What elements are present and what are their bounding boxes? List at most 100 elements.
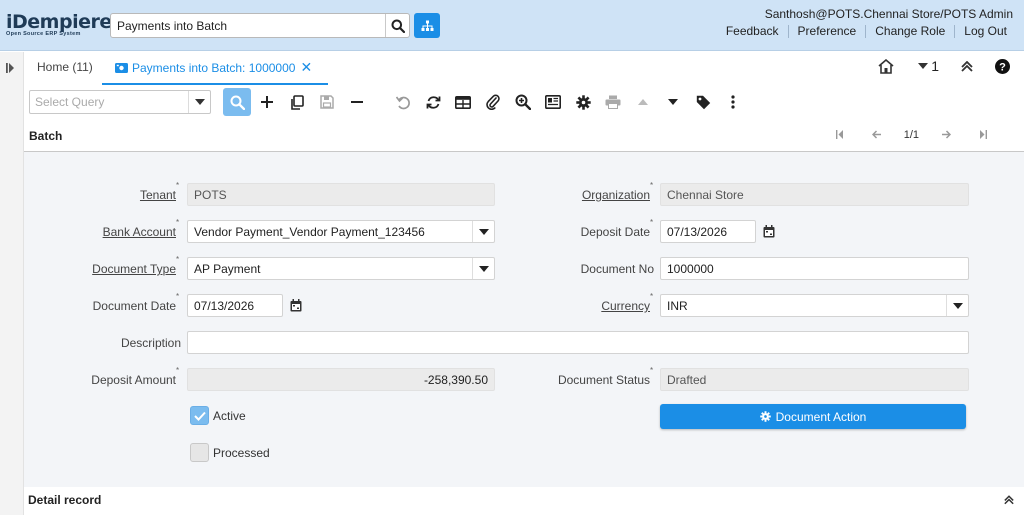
bank-account-value: Vendor Payment_Vendor Payment_123456 <box>194 224 425 239</box>
detail-collapse-button[interactable] <box>1004 494 1014 508</box>
deposit-date-calendar-button[interactable] <box>758 220 780 243</box>
caret-down-icon <box>668 99 678 105</box>
document-type-select[interactable]: AP Payment <box>187 257 495 280</box>
calendar-icon <box>763 225 775 238</box>
bank-account-dropdown-button[interactable] <box>472 221 494 242</box>
required-marker: * <box>650 218 654 227</box>
detail-record-button[interactable] <box>659 88 687 116</box>
parent-record-button[interactable] <box>629 88 657 116</box>
idempiere-logo[interactable]: iDempiere Open Source ERP System <box>6 12 112 37</box>
global-search <box>110 13 410 38</box>
tab-payments-into-batch[interactable]: Payments into Batch: 1000000 ✕ <box>102 52 328 85</box>
caret-down-icon <box>952 302 963 309</box>
currency-dropdown-button[interactable] <box>946 295 968 316</box>
organization-label: Organization <box>581 188 650 202</box>
tab-label: Payments into Batch: 1000000 <box>132 60 296 75</box>
calendar-icon <box>290 299 302 312</box>
deposit-amount-field[interactable]: -258,390.50 <box>187 368 495 391</box>
refresh-button[interactable] <box>419 88 447 116</box>
global-search-button[interactable] <box>385 14 409 37</box>
currency-select[interactable]: INR <box>660 294 969 317</box>
processed-label: Processed <box>213 446 270 460</box>
more-vertical-icon <box>731 95 735 109</box>
undo-icon <box>395 95 410 109</box>
window-tabbar: Home (11) Payments into Batch: 1000000 ✕… <box>24 52 1024 85</box>
attachment-button[interactable] <box>479 88 507 116</box>
feedback-link[interactable]: Feedback <box>717 25 788 38</box>
required-marker: * <box>176 292 180 301</box>
refresh-icon <box>426 95 440 109</box>
toggle-grid-button[interactable] <box>449 88 477 116</box>
next-record-button[interactable] <box>933 128 959 142</box>
quick-info-button[interactable] <box>689 88 717 116</box>
bank-account-select[interactable]: Vendor Payment_Vendor Payment_123456 <box>187 220 495 243</box>
more-actions-button[interactable] <box>719 88 747 116</box>
change-role-link[interactable]: Change Role <box>865 25 954 38</box>
print-button[interactable] <box>599 88 627 116</box>
preference-link[interactable]: Preference <box>787 25 866 38</box>
document-type-value: AP Payment <box>194 261 261 276</box>
window-switcher[interactable]: 1 <box>918 58 939 74</box>
deposit-date-label: Deposit Date <box>580 225 650 239</box>
menu-tree-button[interactable] <box>414 13 440 38</box>
document-no-label: Document No <box>580 262 654 276</box>
required-marker: * <box>176 181 180 190</box>
close-tab-icon[interactable]: ✕ <box>300 59 312 76</box>
required-marker: * <box>650 292 654 301</box>
copy-record-button[interactable] <box>283 88 311 116</box>
batch-form: Tenant * POTS Organization * Chennai Sto… <box>24 152 1024 487</box>
zoom-across-button[interactable] <box>509 88 537 116</box>
help-button[interactable]: ? <box>995 58 1010 74</box>
logo-text: iDempiere <box>6 11 112 33</box>
document-date-calendar-button[interactable] <box>285 294 307 317</box>
processed-checkbox[interactable] <box>190 443 209 462</box>
document-type-dropdown-button[interactable] <box>472 258 494 279</box>
save-button[interactable] <box>313 88 341 116</box>
double-chevron-up-icon <box>961 60 973 72</box>
document-no-field[interactable]: 1000000 <box>660 257 969 280</box>
required-marker: * <box>650 181 654 190</box>
expand-west-panel-button[interactable] <box>6 62 15 76</box>
organization-field[interactable]: Chennai Store <box>660 183 969 206</box>
active-checkbox[interactable] <box>190 406 209 425</box>
deposit-date-field[interactable]: 07/13/2026 <box>660 220 756 243</box>
saved-query-dropdown-button[interactable] <box>188 91 210 113</box>
description-field[interactable] <box>187 331 969 354</box>
document-action-label: Document Action <box>775 409 867 424</box>
document-type-label: Document Type <box>92 262 176 276</box>
last-record-button[interactable] <box>970 128 996 142</box>
svg-text:?: ? <box>999 61 1006 73</box>
tenant-field[interactable]: POTS <box>187 183 495 206</box>
arrow-left-icon <box>871 130 881 139</box>
saved-query-input[interactable] <box>30 95 188 109</box>
panel-expand-icon <box>6 63 14 73</box>
deposit-amount-label: Deposit Amount <box>91 373 176 387</box>
global-search-input[interactable] <box>111 14 385 37</box>
window-toolbar <box>24 86 1024 120</box>
help-icon: ? <box>995 58 1010 74</box>
delete-record-button[interactable] <box>343 88 371 116</box>
paperclip-icon <box>486 94 500 110</box>
batch-section-header: Batch 1/1 <box>24 122 1024 152</box>
find-button[interactable] <box>223 88 251 116</box>
record-counter: 1/1 <box>903 129 919 141</box>
document-status-field[interactable]: Drafted <box>660 368 969 391</box>
last-icon <box>980 130 987 139</box>
record-navigation: 1/1 <box>816 128 996 142</box>
collapse-header-button[interactable] <box>961 60 973 72</box>
previous-record-button[interactable] <box>864 128 890 142</box>
undo-button[interactable] <box>389 88 417 116</box>
tab-home[interactable]: Home (11) <box>37 60 93 74</box>
document-action-button[interactable]: Document Action <box>660 404 966 429</box>
first-record-button[interactable] <box>827 128 853 142</box>
document-date-field[interactable]: 07/13/2026 <box>187 294 283 317</box>
process-button[interactable] <box>569 88 597 116</box>
report-button[interactable] <box>539 88 567 116</box>
caret-down-icon <box>478 265 489 272</box>
home-button[interactable] <box>878 58 894 74</box>
save-icon <box>320 95 334 109</box>
logout-link[interactable]: Log Out <box>954 25 1016 38</box>
document-date-label: Document Date <box>92 299 176 313</box>
new-record-button[interactable] <box>253 88 281 116</box>
detail-record-panel: Detail record <box>24 487 1024 515</box>
